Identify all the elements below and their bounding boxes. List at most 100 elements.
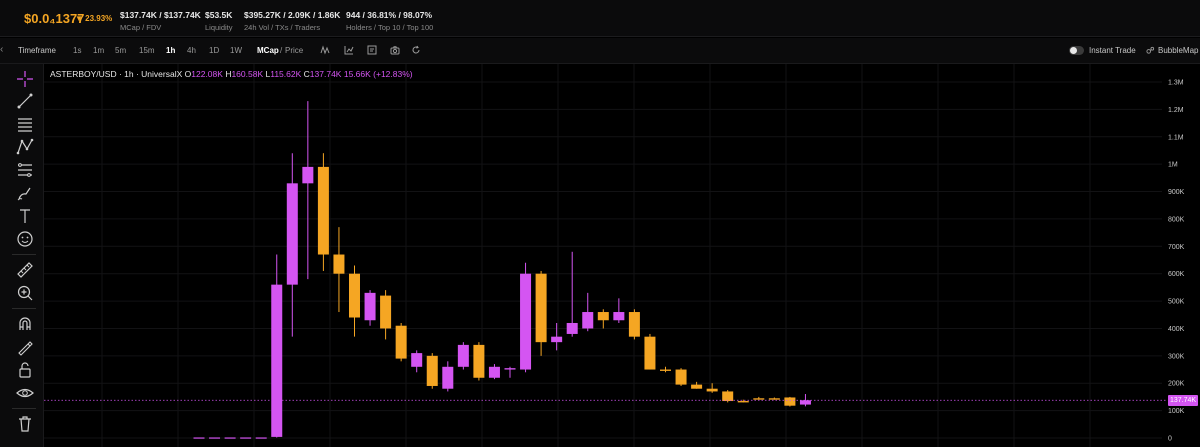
candle-body <box>722 391 734 402</box>
liquidity-value: $53.5K <box>205 10 233 20</box>
zoom-in-icon[interactable] <box>15 283 35 303</box>
y-tick-label: 900K <box>1168 189 1185 196</box>
lock-icon[interactable] <box>15 360 35 380</box>
collapse-panel-icon[interactable]: ‹ <box>0 44 6 55</box>
pattern-icon[interactable] <box>15 137 35 157</box>
price-chart[interactable]: 0 100K 200K 300K 400K 500K 600K 700K 800K 900K 1M 1… <box>44 64 1200 447</box>
tool-divider <box>12 254 36 255</box>
price-toggle[interactable]: Price <box>285 46 303 55</box>
y-tick-label: 1.3M <box>1168 80 1184 87</box>
y-tick-label: 800K <box>1168 216 1185 223</box>
trendline-icon[interactable] <box>15 91 35 111</box>
y-tick-label: 700K <box>1168 244 1185 251</box>
high-value: 160.58K <box>231 69 264 79</box>
emoji-icon[interactable] <box>15 229 35 249</box>
candle-body <box>644 336 656 370</box>
candle-body <box>457 344 469 367</box>
mcap-value: $137.74K / $137.74K <box>120 10 201 20</box>
indicators-icon[interactable] <box>320 45 330 55</box>
bubblemap-icon[interactable] <box>1146 46 1155 55</box>
chart-toolbar: Timeframe 1s 1m 5m 15m 1h 4h 1D 1W MCap … <box>0 38 1200 64</box>
candle-body <box>364 292 376 321</box>
interval-1w[interactable]: 1W <box>230 46 242 55</box>
candle-body <box>473 344 485 378</box>
eye-icon[interactable] <box>15 383 35 403</box>
candle-body <box>753 398 765 400</box>
instant-trade-label: Instant Trade <box>1089 46 1136 55</box>
crosshair-icon[interactable] <box>15 69 35 89</box>
interval-1s[interactable]: 1s <box>73 46 81 55</box>
change-value: 15.66K (+12.83%) <box>343 69 413 79</box>
candle-body <box>566 322 578 334</box>
magnet-icon[interactable] <box>15 314 35 334</box>
interval-4h[interactable]: 4h <box>187 46 196 55</box>
y-tick-label: 1.1M <box>1168 134 1184 141</box>
holders-label: Holders / Top 10 / Top 100 <box>346 23 434 32</box>
candle-body <box>193 437 205 439</box>
volume-label: 24h Vol / TXs / Traders <box>244 23 321 32</box>
interval-1d[interactable]: 1D <box>209 46 219 55</box>
drawing-toolbar <box>0 64 44 447</box>
candle-body <box>551 336 563 343</box>
candle-body <box>520 273 532 370</box>
y-tick-label: 500K <box>1168 299 1185 306</box>
candle-body <box>380 295 392 329</box>
candle-body <box>240 437 252 439</box>
ruler-icon[interactable] <box>15 260 35 280</box>
chart-type-icon[interactable] <box>344 45 354 55</box>
token-stats-bar: $0.0₄1377 ▼ 23.93% $137.74K / $137.74K M… <box>0 0 1200 37</box>
low-value: 115.62K <box>270 69 302 79</box>
interval-15m[interactable]: 15m <box>139 46 155 55</box>
trash-icon[interactable] <box>15 414 35 434</box>
current-price-tag: 137.74K <box>1168 395 1198 406</box>
tool-divider <box>12 408 36 409</box>
bubblemap-button[interactable]: BubbleMap <box>1158 46 1198 55</box>
candle-body <box>691 384 703 389</box>
candle-body <box>660 369 671 371</box>
chart-symbol: ASTERBOY/USD · 1h · UniversalX <box>50 69 183 79</box>
candlestick-chart[interactable]: 0 100K 200K 300K 400K 500K 600K 700K 800K 900K 1M 1… <box>44 64 1200 447</box>
layout-icon[interactable] <box>367 45 377 55</box>
candle-body <box>768 398 780 400</box>
candle-body <box>442 366 454 389</box>
fib-icon[interactable] <box>15 160 35 180</box>
horizontal-lines-icon[interactable] <box>15 114 35 134</box>
text-icon[interactable] <box>15 206 35 226</box>
candle-body <box>582 312 594 329</box>
candle-body <box>706 388 718 392</box>
y-tick-label: 100K <box>1168 408 1185 415</box>
y-tick-label: 1.2M <box>1168 107 1184 114</box>
lock-draw-icon[interactable] <box>15 337 35 357</box>
mcap-toggle[interactable]: MCap <box>257 46 279 55</box>
y-tick-label: 200K <box>1168 381 1185 388</box>
candle-body <box>799 400 811 405</box>
candle-body <box>737 401 749 403</box>
candle-body <box>628 312 640 337</box>
camera-icon[interactable] <box>390 45 400 55</box>
interval-1m[interactable]: 1m <box>93 46 104 55</box>
candle-body <box>535 273 547 343</box>
brush-icon[interactable] <box>15 183 35 203</box>
candle-body <box>395 325 407 359</box>
open-value: 122.08K <box>191 69 223 79</box>
y-tick-label: 0 <box>1168 436 1172 443</box>
candle-body <box>411 353 423 367</box>
y-tick-label: 300K <box>1168 353 1185 360</box>
candle-body <box>317 166 329 255</box>
candle-body <box>286 183 298 285</box>
ohlc-legend: ASTERBOY/USD · 1h · UniversalX O122.08K … <box>50 69 413 79</box>
candle-body <box>784 397 796 406</box>
tool-divider <box>12 308 36 309</box>
volume-value: $395.27K / 2.09K / 1.86K <box>244 10 341 20</box>
volume-stat: $395.27K / 2.09K / 1.86K 24h Vol / TXs /… <box>244 10 340 32</box>
reset-icon[interactable] <box>411 45 421 55</box>
y-tick-label: 400K <box>1168 326 1185 333</box>
instant-trade-toggle[interactable] <box>1069 46 1084 55</box>
interval-5m[interactable]: 5m <box>115 46 126 55</box>
candle-body <box>597 312 609 321</box>
y-tick-label: 1M <box>1168 162 1178 169</box>
candle-body <box>224 437 236 439</box>
interval-1h[interactable]: 1h <box>166 46 175 55</box>
price-change: ▼ 23.93% <box>75 14 113 23</box>
candle-body <box>333 254 345 274</box>
